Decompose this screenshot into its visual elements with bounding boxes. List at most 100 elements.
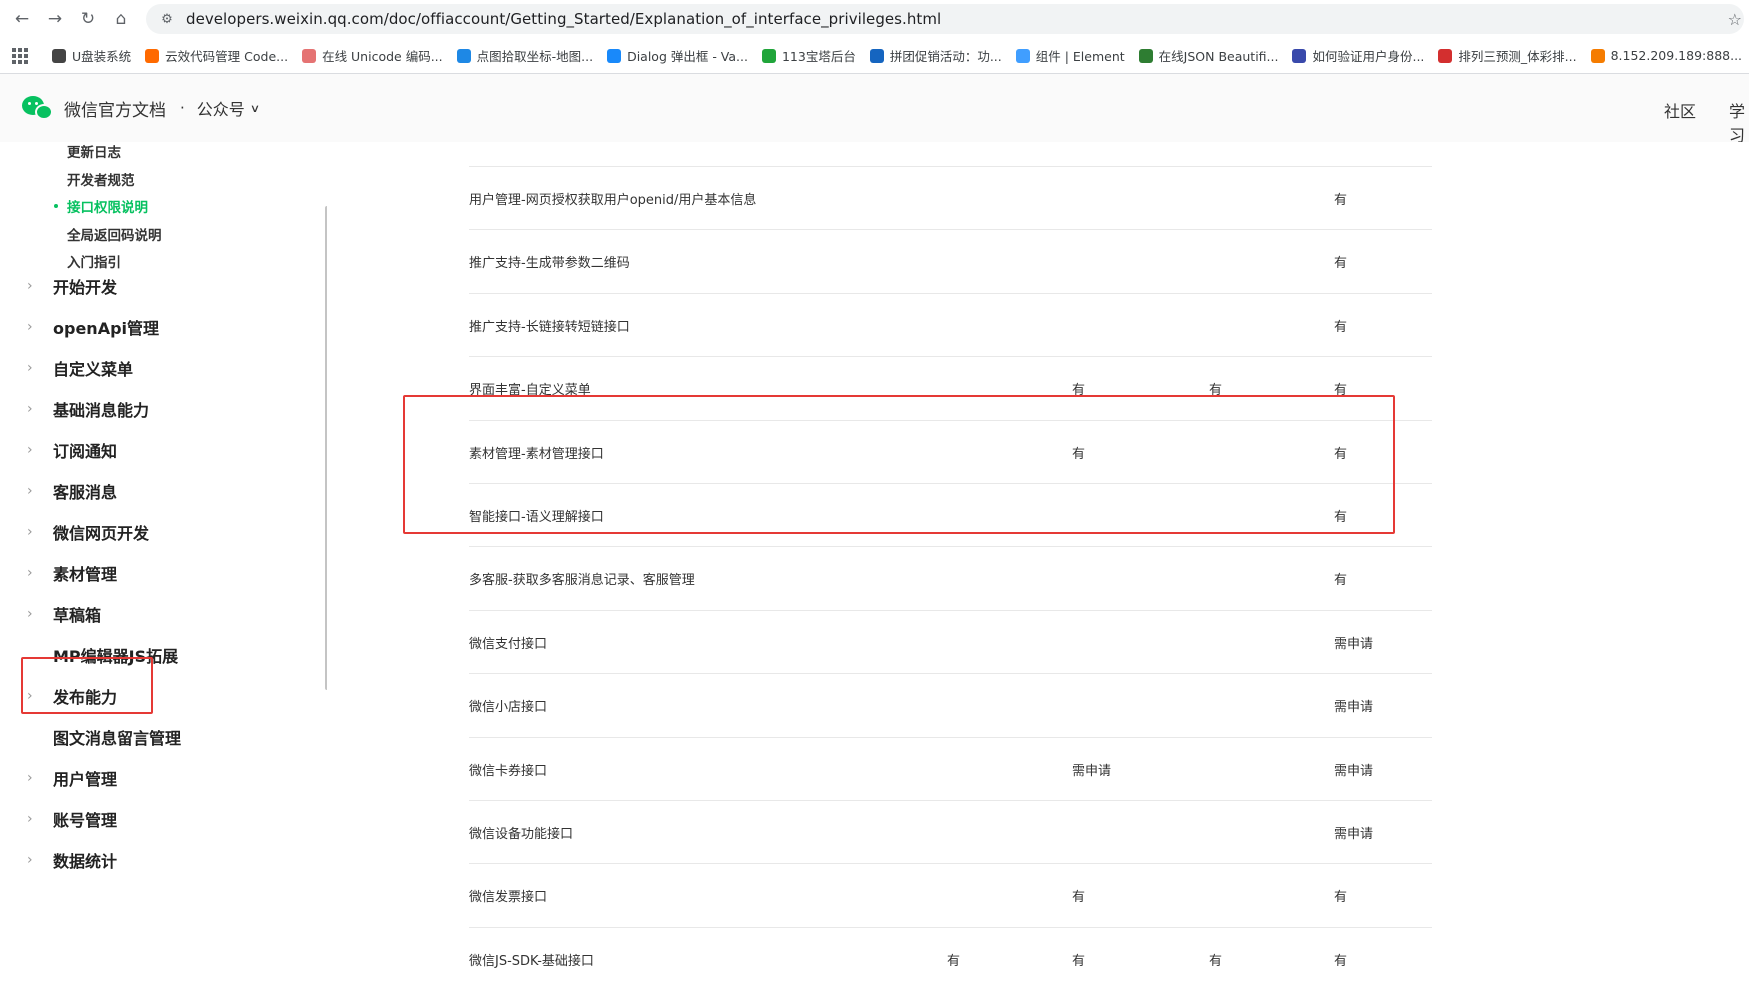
sidebar-item[interactable]: 图文消息留言管理 [0,722,300,752]
table-row: 微信支付接口 需申请 [469,611,1432,675]
home-icon[interactable]: ⌂ [107,5,135,33]
back-arrow-icon[interactable]: ← [8,5,36,33]
bookmark-item[interactable]: 云效代码管理 Code... [145,46,288,65]
permission-cell: 需申请 [1334,763,1374,779]
section-dropdown[interactable]: 公众号 ∨ [197,96,260,120]
site-title[interactable]: 微信官方文档 [64,96,166,121]
sidebar-item-label: 自定义菜单 [53,360,134,379]
table-row: 微信设备功能接口 需申请 [469,801,1432,865]
bookmark-label: 组件 | Element [1035,49,1125,64]
chevron-right-icon: › [27,565,33,581]
highlight-box-sidebar [21,657,153,714]
sidebar-item-label: 订阅通知 [53,442,118,461]
bookmarks-list: U盘装系统 云效代码管理 Code... 在线 Unicode 编码... 点图拾取坐… [52,46,1749,65]
server-icon [1590,48,1605,63]
site-info-icon[interactable]: ⚙ [158,10,176,28]
sidebar-item-label: openApi管理 [53,319,160,338]
shield-icon [761,48,776,63]
sidebar-item[interactable]: › 自定义菜单 [0,353,300,383]
sidebar-item-label: 草稿箱 [53,606,102,625]
sidebar-subitem[interactable]: 全局返回码说明 [67,224,162,244]
table-row-partial [469,142,1432,167]
bookmark-item[interactable]: 如何验证用户身份... [1292,46,1424,65]
bookmark-label: Dialog 弹出框 - Va... [627,49,748,64]
bookmark-label: 点图拾取坐标-地图... [476,49,594,64]
element-icon [1015,48,1030,63]
chevron-right-icon: › [27,483,33,499]
bookmark-label: 如何验证用户身份... [1312,49,1425,64]
interface-name-cell: 推广支持-长链接转短链接口 [469,319,630,335]
interface-name-cell: 微信卡券接口 [469,763,548,779]
bookmark-item[interactable]: 排列三预测_体彩排... [1438,46,1577,65]
permission-cell: 有 [1334,256,1348,272]
permission-cell: 需申请 [1072,763,1112,779]
bookmark-star-icon[interactable]: ☆ [1728,10,1742,29]
sidebar-subitem[interactable]: 入门指引 [67,251,121,271]
chevron-right-icon: › [27,442,33,458]
json-icon [1138,48,1153,63]
wechat-logo-icon[interactable] [22,94,54,122]
bookmark-item[interactable]: 点图拾取坐标-地图... [456,46,594,65]
bookmark-label: 113宝塔后台 [781,49,856,64]
sidebar-item[interactable]: › 数据统计 [0,845,300,875]
sidebar-item[interactable]: › 基础消息能力 [0,394,300,424]
permission-cell: 需申请 [1334,700,1374,716]
interface-name-cell: 微信小店接口 [469,700,548,716]
permission-cell: 需申请 [1334,636,1374,652]
sidebar-item[interactable]: › 草稿箱 [0,599,300,629]
header-separator: · [180,99,185,117]
sidebar-item-label: 图文消息留言管理 [53,729,182,748]
header-link-learn[interactable]: 学习 [1729,98,1749,146]
chevron-right-icon: › [27,360,33,376]
sidebar-item-label: 用户管理 [53,770,118,789]
lottery-icon [1438,48,1453,63]
sidebar-scrollbar[interactable] [325,206,327,690]
bookmark-item[interactable]: Dialog 弹出框 - Va... [607,46,748,65]
table-row: 微信小店接口 需申请 [469,674,1432,738]
sidebar-item[interactable]: › 开始开发 [0,271,300,301]
bookmark-label: 云效代码管理 Code... [165,49,289,64]
highlight-box-table [403,395,1395,534]
bookmark-item[interactable]: 组件 | Element [1015,46,1125,65]
sidebar-item[interactable]: › 客服消息 [0,476,300,506]
map-pin-icon [456,48,471,63]
table-row: 推广支持-长链接转短链接口 有 [469,294,1432,358]
bookmark-item[interactable]: 在线JSON Beautifi... [1138,46,1279,65]
address-bar[interactable]: ⚙ developers.weixin.qq.com/doc/offiaccou… [146,4,1744,34]
bookmarks-bar: U盘装系统 云效代码管理 Code... 在线 Unicode 编码... 点图拾取坐… [0,38,1749,74]
permission-cell: 有 [1334,890,1348,906]
permission-cell: 有 [1209,953,1223,969]
privileges-table: 用户管理-网页授权获取用户openid/用户基本信息有推广支持-生成带参数二维码… [333,142,1749,990]
header-link-community[interactable]: 社区 [1664,98,1696,122]
url-text[interactable]: developers.weixin.qq.com/doc/offiaccount… [186,10,941,28]
permission-cell: 有 [1072,953,1086,969]
sidebar-item[interactable]: › 用户管理 [0,763,300,793]
chevron-right-icon: › [27,278,33,294]
bookmark-item[interactable]: 拼团促销活动：功... [869,46,1002,65]
apps-grid-icon[interactable] [12,47,28,64]
sidebar-item[interactable]: › 订阅通知 [0,435,300,465]
table-row: 多客服-获取多客服消息记录、客服管理 有 [469,547,1432,611]
browser-toolbar: ← → ↻ ⌂ ⚙ developers.weixin.qq.com/doc/o… [0,0,1749,38]
bookmark-label: U盘装系统 [72,49,132,64]
table-row: 微信卡券接口 需申请 需申请 [469,738,1432,801]
sidebar-item[interactable]: › 账号管理 [0,804,300,834]
cart-icon [869,48,884,63]
bookmark-label: 在线JSON Beautifi... [1158,49,1279,64]
bookmark-item[interactable]: 8.152.209.189:888... [1590,48,1742,63]
sidebar-item[interactable]: › 微信网页开发 [0,517,300,547]
sidebar-subitem[interactable]: 更新日志 [67,142,121,161]
forward-arrow-icon[interactable]: → [41,5,69,33]
sidebar-item[interactable]: › openApi管理 [0,312,300,342]
bookmark-item[interactable]: U盘装系统 [52,46,131,65]
reload-icon[interactable]: ↻ [74,5,102,33]
interface-name-cell: 微信设备功能接口 [469,827,574,842]
interface-name-cell: 微信发票接口 [469,890,548,906]
interface-name-cell: 多客服-获取多客服消息记录、客服管理 [469,573,695,589]
sidebar-item[interactable]: › 素材管理 [0,558,300,588]
bookmark-item[interactable]: 113宝塔后台 [761,46,856,65]
sidebar-subitem[interactable]: 开发者规范 [67,169,135,189]
sidebar-subitem[interactable]: 接口权限说明 [67,196,148,216]
bookmark-item[interactable]: 在线 Unicode 编码... [302,46,443,65]
sidebar-item-label: 数据统计 [53,852,118,871]
